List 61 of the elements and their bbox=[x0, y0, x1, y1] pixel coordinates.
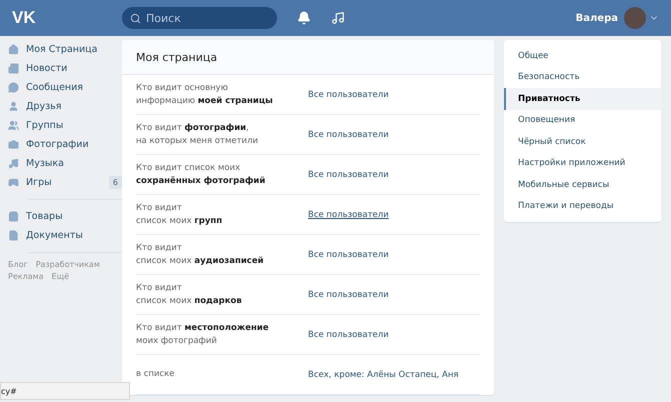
setting-label: Кто видит фотографии, на которых меня отметили bbox=[136, 122, 260, 148]
setting-label: Кто видит основную информацию моей страницы bbox=[136, 82, 274, 108]
sidebar-label: Товары bbox=[26, 211, 63, 222]
menu-item[interactable]: Общее bbox=[504, 45, 661, 66]
setting-label: Кто видит список моих подарков bbox=[136, 282, 243, 308]
sidebar-item[interactable]: Моя Страница bbox=[8, 40, 122, 59]
sidebar-item[interactable]: Товары bbox=[8, 207, 122, 226]
counter-badge: 6 bbox=[108, 176, 122, 189]
setting-value-link[interactable]: Все пользователи bbox=[308, 130, 389, 140]
sidebar-label: Группы bbox=[26, 120, 64, 131]
sidebar-label: Игры bbox=[26, 177, 52, 188]
music-note-icon[interactable] bbox=[331, 11, 345, 25]
setting-label: Кто видит список моих групп bbox=[136, 202, 224, 228]
menu-item[interactable]: Оповещения bbox=[504, 110, 661, 131]
sidebar-label: Новости bbox=[26, 63, 68, 74]
sidebar-item[interactable]: Группы bbox=[8, 116, 122, 135]
menu-item[interactable]: Приватность bbox=[504, 88, 661, 110]
music-note-icon bbox=[8, 158, 19, 169]
setting-label: Кто видит местоположение моих фотографий bbox=[136, 322, 270, 348]
setting-label: в списке bbox=[136, 368, 176, 381]
sidebar-item[interactable]: Игры 6 bbox=[8, 173, 122, 192]
menu-item[interactable]: Мобильные сервисы bbox=[504, 174, 661, 196]
setting-label: Кто видит список моих аудиозаписей bbox=[136, 242, 265, 268]
menu-item[interactable]: Настройки приложений bbox=[504, 152, 661, 174]
people-icon bbox=[8, 120, 19, 131]
setting-value-link[interactable]: Все пользователи bbox=[308, 210, 389, 220]
sidebar-item[interactable]: Фотографии bbox=[8, 135, 122, 154]
sidebar-item[interactable]: Сообщения bbox=[8, 78, 122, 97]
menu-item[interactable]: Безопасность bbox=[504, 66, 661, 88]
status-url: cy# bbox=[0, 382, 130, 400]
setting-value-link[interactable]: Все пользователи bbox=[308, 90, 389, 100]
setting-value-link[interactable]: Все пользователи bbox=[308, 170, 389, 180]
search-field[interactable]: Поиск bbox=[122, 7, 277, 29]
sidebar-label: Сообщения bbox=[26, 82, 84, 93]
sidebar-item[interactable]: Друзья bbox=[8, 97, 122, 116]
sidebar-label: Музыка bbox=[26, 158, 64, 169]
sidebar-label: Фотографии bbox=[26, 139, 89, 150]
gamepad-icon bbox=[8, 177, 19, 188]
sidebar-item[interactable]: Новости bbox=[8, 59, 122, 78]
menu-item[interactable]: Платежи и переводы bbox=[504, 196, 661, 217]
setting-label: Кто видит список моих сохранённых фотографий bbox=[136, 162, 266, 188]
sidebar-label: Моя Страница bbox=[26, 44, 98, 55]
house-icon bbox=[8, 44, 19, 55]
newspaper-icon bbox=[8, 63, 19, 74]
logo[interactable]: VK bbox=[12, 8, 122, 28]
speech-bubble-icon bbox=[8, 82, 19, 93]
setting-value-link[interactable]: Все пользователи bbox=[308, 250, 389, 260]
person-icon bbox=[8, 101, 19, 112]
document-icon bbox=[8, 230, 19, 241]
bell-icon[interactable] bbox=[297, 11, 311, 25]
sidebar-item[interactable]: Документы bbox=[8, 226, 122, 245]
setting-value-link[interactable]: Все пользователи bbox=[308, 290, 389, 300]
panel-title: Моя страница bbox=[122, 40, 494, 75]
menu-item[interactable]: Чёрный список bbox=[504, 131, 661, 152]
sidebar-item[interactable]: Музыка bbox=[8, 154, 122, 173]
camera-icon bbox=[8, 139, 19, 150]
sidebar-label: Друзья bbox=[26, 101, 62, 112]
setting-value-link[interactable]: Всех, кроме: Алёны Остапец, Аня bbox=[308, 370, 459, 380]
user-name[interactable]: Валера bbox=[576, 12, 618, 24]
sidebar-label: Документы bbox=[26, 230, 83, 241]
setting-value-link[interactable]: Все пользователи bbox=[308, 330, 389, 340]
